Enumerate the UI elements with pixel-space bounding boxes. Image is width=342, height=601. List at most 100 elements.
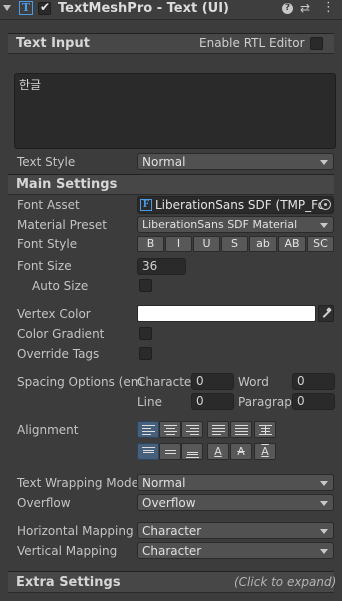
- align-capline-button[interactable]: A: [254, 443, 276, 460]
- font-style-label: Font Style: [17, 237, 78, 251]
- line-spacing-label: Line: [137, 395, 163, 409]
- vertex-color-label: Vertex Color: [17, 307, 91, 321]
- text-input-section-title: Text Input: [16, 36, 90, 51]
- character-spacing-label: Characte: [137, 375, 192, 389]
- main-settings-section-header: Main Settings: [8, 174, 334, 195]
- text-style-value: Normal: [142, 155, 186, 169]
- align-top-icon: [142, 447, 155, 457]
- align-top-button[interactable]: [137, 443, 159, 460]
- color-gradient-label: Color Gradient: [17, 327, 105, 341]
- alignment-label: Alignment: [17, 423, 79, 437]
- align-right-icon: [186, 425, 199, 435]
- align-baseline-button[interactable]: A: [207, 443, 229, 460]
- auto-size-label: Auto Size: [32, 279, 89, 293]
- align-geometry-center-button[interactable]: [254, 421, 276, 438]
- spacing-options-label: Spacing Options (em: [17, 375, 143, 389]
- text-input-area[interactable]: 한글: [14, 73, 336, 149]
- enable-rtl-checkbox[interactable]: [310, 37, 323, 50]
- font-style-italic-button[interactable]: I: [165, 236, 192, 252]
- vertical-mapping-label: Vertical Mapping: [17, 544, 118, 558]
- vertical-mapping-dropdown[interactable]: Character: [137, 542, 334, 559]
- align-midline-button[interactable]: A: [230, 443, 252, 460]
- vertical-mapping-value: Character: [142, 544, 202, 558]
- align-justified-icon: [212, 425, 225, 435]
- chevron-down-icon: [320, 223, 328, 228]
- text-style-label: Text Style: [17, 155, 76, 169]
- text-wrapping-mode-label: Text Wrapping Mode: [17, 476, 139, 490]
- text-wrapping-mode-dropdown[interactable]: Normal: [137, 474, 334, 491]
- color-gradient-checkbox[interactable]: [139, 327, 152, 340]
- text-input-value: 한글: [19, 78, 42, 92]
- horizontal-mapping-label: Horizontal Mapping: [17, 524, 134, 538]
- align-left-button[interactable]: [137, 421, 159, 438]
- font-asset-icon: F: [140, 199, 152, 211]
- font-asset-field[interactable]: F LiberationSans SDF (TMP_Fo: [137, 196, 334, 214]
- object-picker-icon[interactable]: [320, 199, 331, 210]
- align-midline-icon: A: [237, 445, 245, 458]
- override-tags-label: Override Tags: [17, 347, 100, 361]
- extra-settings-section-title: Extra Settings: [16, 575, 121, 590]
- material-preset-label: Material Preset: [17, 218, 107, 232]
- component-enabled-checkbox[interactable]: ✔: [38, 0, 51, 15]
- align-center-icon: [164, 425, 177, 435]
- align-middle-button[interactable]: [159, 443, 181, 460]
- font-size-input[interactable]: 36: [137, 258, 186, 275]
- paragraph-spacing-label: Paragrapl: [238, 395, 296, 409]
- context-menu-icon[interactable]: ⋮: [322, 0, 335, 16]
- text-wrapping-mode-value: Normal: [142, 476, 186, 490]
- override-tags-checkbox[interactable]: [139, 347, 152, 360]
- vertex-color-swatch[interactable]: [137, 305, 316, 322]
- eyedropper-icon[interactable]: [318, 305, 334, 322]
- chevron-down-icon: [320, 549, 328, 554]
- chevron-down-icon: [320, 501, 328, 506]
- extra-settings-section-header[interactable]: Extra Settings (Click to expand): [8, 571, 337, 593]
- align-flush-icon: [235, 425, 248, 435]
- align-geometry-center-icon: [259, 425, 272, 435]
- align-capline-icon: A: [261, 445, 269, 458]
- align-baseline-icon: A: [214, 445, 222, 458]
- foldout-arrow-icon[interactable]: [3, 5, 11, 11]
- checkmark-icon: ✔: [40, 0, 51, 14]
- presets-icon[interactable]: ⇄: [300, 0, 310, 16]
- extra-settings-expand-hint: (Click to expand): [234, 575, 337, 589]
- font-style-underline-button[interactable]: U: [193, 236, 220, 252]
- align-middle-icon: [164, 447, 177, 457]
- align-bottom-icon: [186, 447, 199, 458]
- align-left-icon: [142, 425, 155, 435]
- text-style-dropdown[interactable]: Normal: [137, 153, 334, 170]
- font-style-smallcaps-button[interactable]: SC: [307, 236, 334, 252]
- chevron-down-icon: [320, 160, 328, 165]
- align-right-button[interactable]: [181, 421, 203, 438]
- textmeshpro-icon: T: [19, 1, 33, 15]
- material-preset-value: LiberationSans SDF Material: [142, 218, 298, 231]
- material-preset-dropdown[interactable]: LiberationSans SDF Material: [137, 216, 334, 233]
- align-bottom-button[interactable]: [181, 443, 203, 460]
- font-style-strikethrough-button[interactable]: S: [221, 236, 248, 252]
- font-style-lowercase-button[interactable]: ab: [249, 236, 277, 252]
- horizontal-mapping-dropdown[interactable]: Character: [137, 522, 334, 539]
- font-size-label: Font Size: [17, 259, 72, 273]
- font-style-uppercase-button[interactable]: AB: [278, 236, 306, 252]
- line-spacing-input[interactable]: 0: [191, 393, 234, 410]
- component-title: TextMeshPro - Text (UI): [58, 1, 229, 16]
- word-spacing-label: Word: [238, 375, 269, 389]
- character-spacing-input[interactable]: 0: [191, 373, 234, 390]
- paragraph-spacing-input[interactable]: 0: [292, 393, 335, 410]
- align-center-button[interactable]: [159, 421, 181, 438]
- chevron-down-icon: [320, 481, 328, 486]
- enable-rtl-label: Enable RTL Editor: [199, 36, 305, 50]
- main-settings-section-title: Main Settings: [16, 177, 118, 192]
- font-asset-label: Font Asset: [17, 198, 80, 212]
- horizontal-mapping-value: Character: [142, 524, 202, 538]
- overflow-dropdown[interactable]: Overflow: [137, 494, 334, 511]
- font-asset-value: LiberationSans SDF (TMP_Fo: [155, 198, 325, 212]
- align-justified-button[interactable]: [207, 421, 229, 438]
- align-flush-button[interactable]: [230, 421, 252, 438]
- word-spacing-input[interactable]: 0: [292, 373, 335, 390]
- chevron-down-icon: [320, 529, 328, 534]
- help-icon[interactable]: ?: [282, 3, 293, 14]
- font-style-bold-button[interactable]: B: [137, 236, 164, 252]
- auto-size-checkbox[interactable]: [139, 279, 152, 292]
- text-input-section-header: Text Input Enable RTL Editor: [8, 33, 334, 54]
- overflow-label: Overflow: [17, 496, 71, 510]
